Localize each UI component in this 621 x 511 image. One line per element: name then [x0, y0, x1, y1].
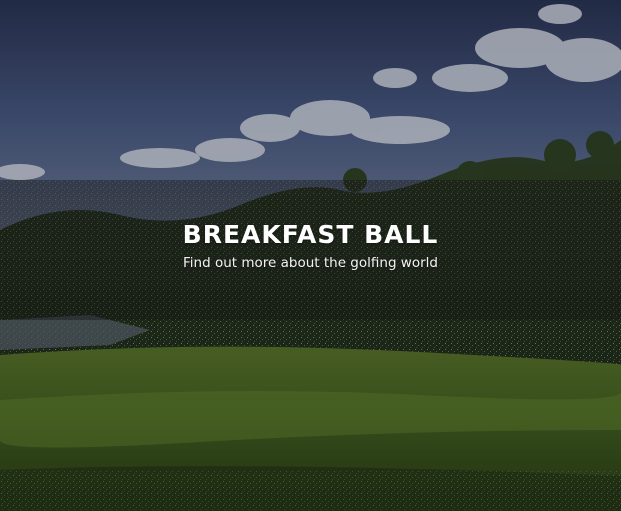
- site-title: BREAKFAST BALL: [182, 220, 439, 249]
- hero-banner: BREAKFAST BALL Find out more about the g…: [0, 0, 621, 511]
- hero-text-block: BREAKFAST BALL Find out more about the g…: [0, 218, 621, 272]
- site-tagline: Find out more about the golfing world: [183, 255, 438, 271]
